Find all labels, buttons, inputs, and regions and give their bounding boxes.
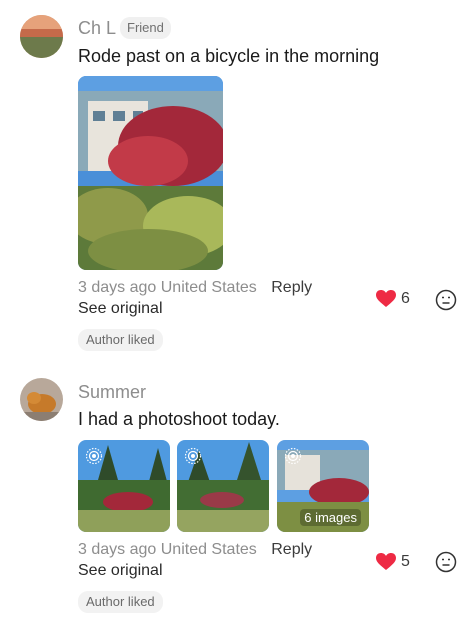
live-photo-icon	[85, 447, 103, 465]
heart-icon	[376, 290, 396, 307]
live-photo-icon	[284, 447, 302, 465]
see-original-link[interactable]: See original	[78, 300, 163, 318]
author-name[interactable]: Summer	[78, 382, 146, 403]
emoji-reaction-icon[interactable]	[435, 551, 457, 573]
author-name[interactable]: Ch L	[78, 18, 116, 39]
author-liked-badge: Author liked	[78, 329, 163, 351]
heart-icon	[376, 553, 396, 570]
like-button[interactable]: 6	[376, 290, 410, 308]
avatar[interactable]	[20, 15, 63, 58]
like-count: 5	[401, 553, 410, 570]
comment-meta: 3 days ago United States Reply	[78, 279, 312, 297]
comment-time: 3 days ago	[78, 541, 157, 558]
like-count: 6	[401, 290, 410, 307]
reply-button[interactable]: Reply	[271, 279, 312, 296]
comment-photo[interactable]	[78, 76, 223, 270]
comment-location: United States	[160, 279, 257, 296]
comment-time: 3 days ago	[78, 279, 157, 296]
comment-photo[interactable]	[78, 440, 170, 532]
emoji-reaction-icon[interactable]	[435, 289, 457, 311]
images-count-label: 6 images	[300, 509, 361, 526]
avatar[interactable]	[20, 378, 63, 421]
author-liked-badge: Author liked	[78, 591, 163, 613]
comment-meta: 3 days ago United States Reply	[78, 541, 312, 559]
live-photo-icon	[184, 447, 202, 465]
reply-button[interactable]: Reply	[271, 541, 312, 558]
comment-photo[interactable]	[177, 440, 269, 532]
see-original-link[interactable]: See original	[78, 562, 163, 580]
comment-text: I had a photoshoot today.	[78, 409, 280, 429]
friend-badge: Friend	[120, 17, 171, 39]
comment-location: United States	[160, 541, 257, 558]
like-button[interactable]: 5	[376, 553, 410, 571]
comment-photo[interactable]: 6 images	[277, 440, 369, 532]
comment-text: Rode past on a bicycle in the morning	[78, 46, 380, 66]
